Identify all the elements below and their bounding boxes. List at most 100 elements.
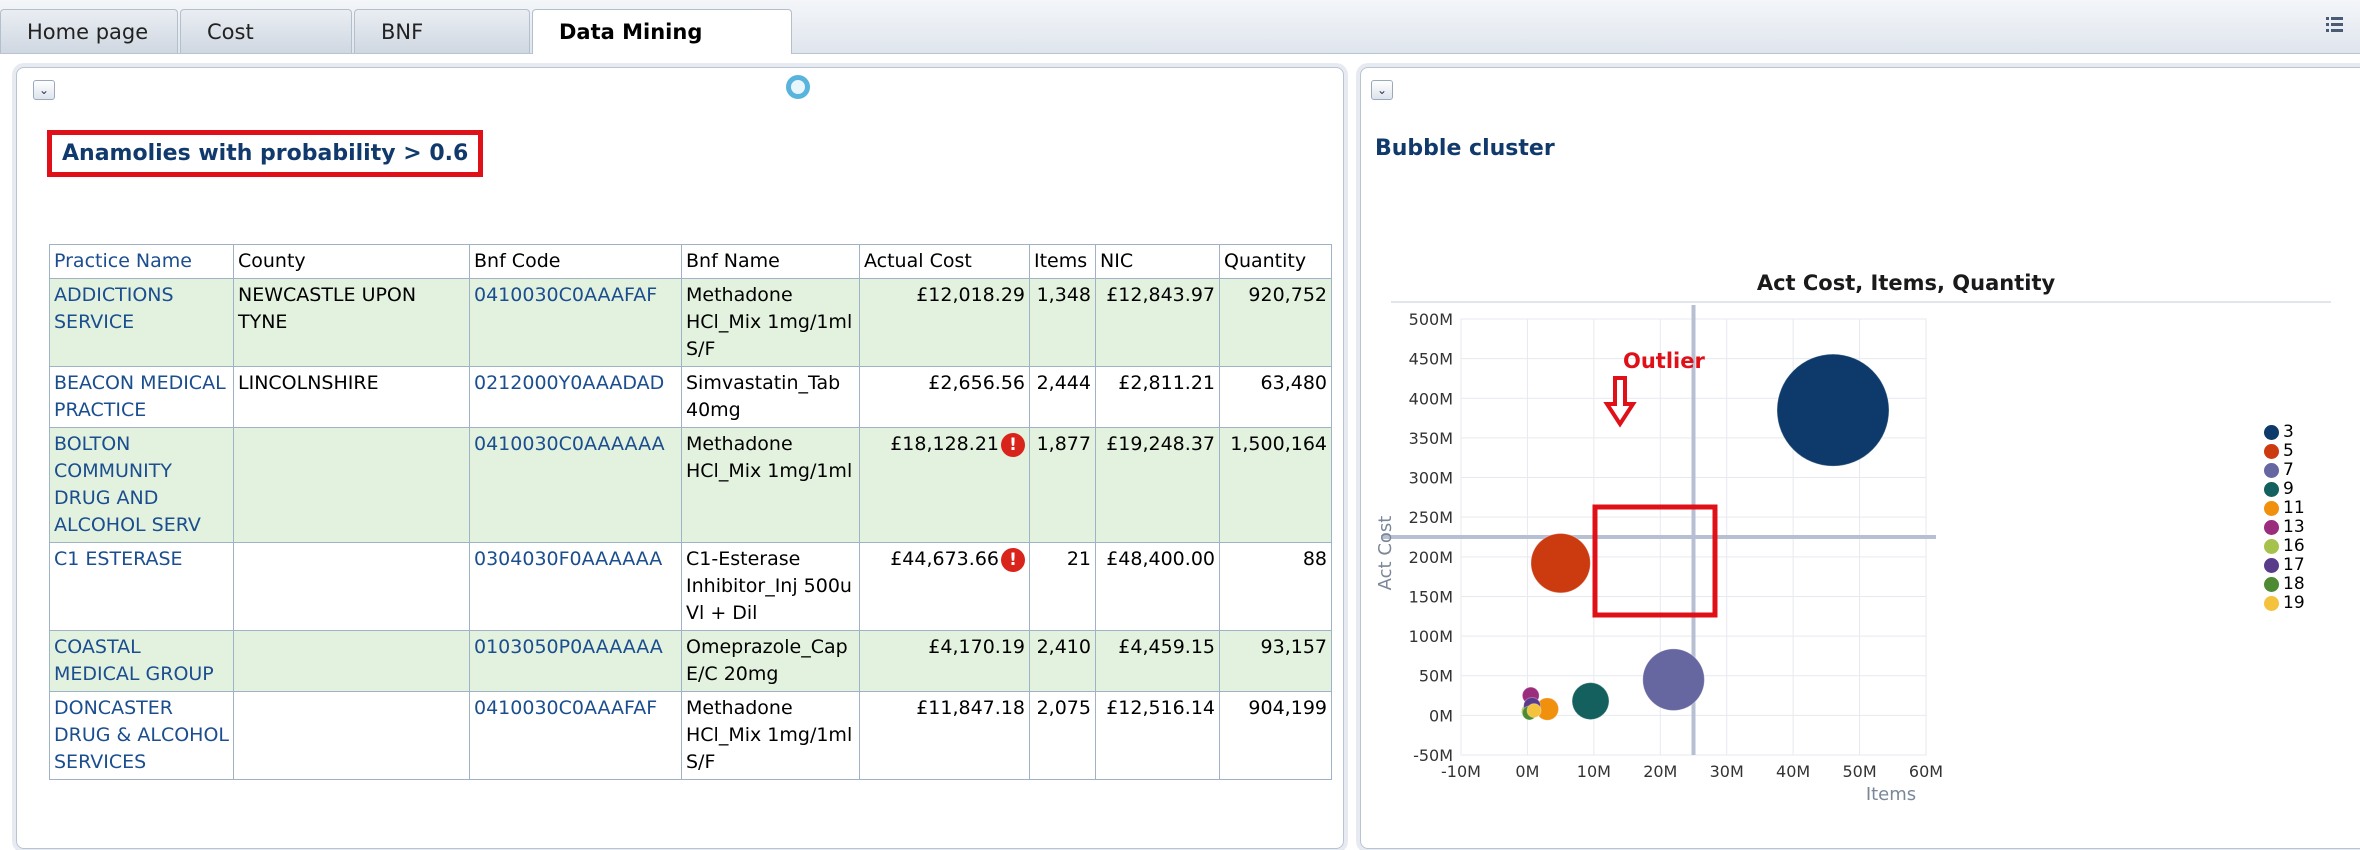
column-header[interactable]: Items (1029, 244, 1096, 279)
bubble-19[interactable] (1526, 703, 1542, 719)
y-tick-label: 150M (1409, 587, 1453, 606)
practice-name-link[interactable]: C1 ESTERASE (49, 542, 234, 631)
tab-home-page[interactable]: Home page (0, 9, 178, 53)
collapse-button[interactable]: ⌄ (1371, 80, 1393, 100)
practice-name-link[interactable]: BEACON MEDICAL PRACTICE (49, 366, 234, 428)
y-tick-label: 450M (1409, 350, 1453, 369)
column-header[interactable]: Actual Cost (859, 244, 1030, 279)
nic-cell: £19,248.37 (1095, 427, 1220, 543)
bubble-5[interactable] (1530, 532, 1591, 594)
quantity-cell: 1,500,164 (1219, 427, 1332, 543)
practice-name-link[interactable]: COASTAL MEDICAL GROUP (49, 630, 234, 692)
county-cell: LINCOLNSHIRE (233, 366, 470, 428)
chart-legend: 3 5 7 9 11 13 16 17 18 19 (2264, 423, 2305, 613)
quantity-cell: 88 (1219, 542, 1332, 631)
legend-label: 17 (2283, 555, 2305, 575)
bnf-code-link[interactable]: 0103050P0AAAAAA (469, 630, 682, 692)
practice-name-link[interactable]: ADDICTIONS SERVICE (49, 278, 234, 367)
legend-item[interactable]: 5 (2264, 442, 2305, 461)
legend-item[interactable]: 7 (2264, 461, 2305, 480)
bubble-cluster-title: Bubble cluster (1375, 136, 1555, 161)
column-header[interactable]: Bnf Code (469, 244, 682, 279)
bnf-name-cell: Methadone HCl_Mix 1mg/1ml S/F (681, 278, 860, 367)
quantity-cell: 93,157 (1219, 630, 1332, 692)
column-header[interactable]: NIC (1095, 244, 1220, 279)
actual-cost-cell: £44,673.66! (859, 542, 1030, 631)
bnf-code-link[interactable]: 0410030C0AAAFAF (469, 278, 682, 367)
legend-label: 11 (2283, 498, 2305, 518)
practice-name-link[interactable]: DONCASTER DRUG & ALCOHOL SERVICES (49, 691, 234, 780)
table-row: BOLTON COMMUNITY DRUG AND ALCOHOL SERV 0… (49, 427, 1332, 543)
legend-swatch (2264, 424, 2279, 440)
county-cell (233, 542, 470, 631)
legend-swatch (2264, 443, 2279, 459)
legend-label: 5 (2283, 441, 2294, 461)
tab-cost-analysis[interactable]: Cost Analysis (180, 9, 352, 88)
legend-label: 19 (2283, 593, 2305, 613)
items-cell: 2,410 (1029, 630, 1096, 692)
table-row: C1 ESTERASE 0304030F0AAAAAA C1-Esterase … (49, 542, 1332, 631)
chevron-down-icon: ⌄ (1376, 83, 1388, 97)
anomalies-table: Practice Name County Bnf Code Bnf Name A… (49, 244, 1332, 780)
bnf-name-cell: Simvastatin_Tab 40mg (681, 366, 860, 428)
x-tick-label: 10M (1577, 762, 1611, 781)
legend-label: 18 (2283, 574, 2305, 594)
y-tick-label: 200M (1409, 548, 1453, 567)
y-tick-label: 250M (1409, 508, 1453, 527)
legend-item[interactable]: 11 (2264, 499, 2305, 518)
bubble-7[interactable] (1642, 648, 1705, 711)
y-tick-label: 350M (1409, 429, 1453, 448)
x-tick-label: 20M (1643, 762, 1677, 781)
legend-item[interactable]: 3 (2264, 423, 2305, 442)
bubble-9[interactable] (1571, 682, 1610, 721)
items-cell: 2,444 (1029, 366, 1096, 428)
column-header[interactable]: Bnf Name (681, 244, 860, 279)
actual-cost-value: £2,656.56 (928, 372, 1025, 394)
column-header[interactable]: Quantity (1219, 244, 1332, 279)
y-tick-label: 0M (1429, 706, 1453, 725)
county-cell (233, 630, 470, 692)
legend-item[interactable]: 19 (2264, 594, 2305, 613)
items-cell: 2,075 (1029, 691, 1096, 780)
practice-name-link[interactable]: BOLTON COMMUNITY DRUG AND ALCOHOL SERV (49, 427, 234, 543)
legend-label: 13 (2283, 517, 2305, 537)
y-axis-label: Act Cost (1375, 516, 1396, 591)
table-header-row: Practice Name County Bnf Code Bnf Name A… (49, 244, 1332, 279)
bnf-code-link[interactable]: 0410030C0AAAAAA (469, 427, 682, 543)
items-cell: 1,877 (1029, 427, 1096, 543)
y-tick-label: 500M (1409, 310, 1453, 329)
bnf-code-link[interactable]: 0410030C0AAAFAF (469, 691, 682, 780)
y-tick-label: 400M (1409, 389, 1453, 408)
legend-swatch (2264, 538, 2279, 554)
legend-label: 3 (2283, 422, 2294, 442)
legend-label: 9 (2283, 479, 2294, 499)
tab-data-mining-analysis[interactable]: Data Mining Analysis (532, 9, 792, 88)
tab-bnf-analysis[interactable]: BNF Analysis (354, 9, 530, 88)
nic-cell: £2,811.21 (1095, 366, 1220, 428)
legend-swatch (2264, 500, 2279, 516)
alert-icon[interactable]: ! (1001, 432, 1025, 457)
county-cell (233, 691, 470, 780)
collapse-button[interactable]: ⌄ (33, 80, 55, 100)
legend-swatch (2264, 519, 2279, 535)
loading-spinner-icon (786, 75, 810, 99)
bubble-cluster-panel: ⌄ Bubble cluster Act Cost, Items, Quanti… (1360, 67, 2360, 849)
bnf-code-link[interactable]: 0212000Y0AAADAD (469, 366, 682, 428)
tab-list-menu-icon[interactable] (2324, 14, 2346, 36)
legend-item[interactable]: 16 (2264, 537, 2305, 556)
alert-icon[interactable]: ! (1001, 547, 1025, 572)
bnf-code-link[interactable]: 0304030F0AAAAAA (469, 542, 682, 631)
bnf-name-cell: C1-Esterase Inhibitor_Inj 500u Vl + Dil (681, 542, 860, 631)
legend-swatch (2264, 595, 2279, 611)
bubble-3[interactable] (1776, 353, 1890, 467)
legend-item[interactable]: 13 (2264, 518, 2305, 537)
table-row: BEACON MEDICAL PRACTICE LINCOLNSHIRE 021… (49, 366, 1332, 428)
items-cell: 1,348 (1029, 278, 1096, 367)
legend-item[interactable]: 18 (2264, 575, 2305, 594)
legend-item[interactable]: 9 (2264, 480, 2305, 499)
column-header[interactable]: County (233, 244, 470, 279)
actual-cost-value: £11,847.18 (916, 697, 1025, 719)
legend-item[interactable]: 17 (2264, 556, 2305, 575)
column-header[interactable]: Practice Name (49, 244, 234, 279)
county-cell: NEWCASTLE UPON TYNE (233, 278, 470, 367)
